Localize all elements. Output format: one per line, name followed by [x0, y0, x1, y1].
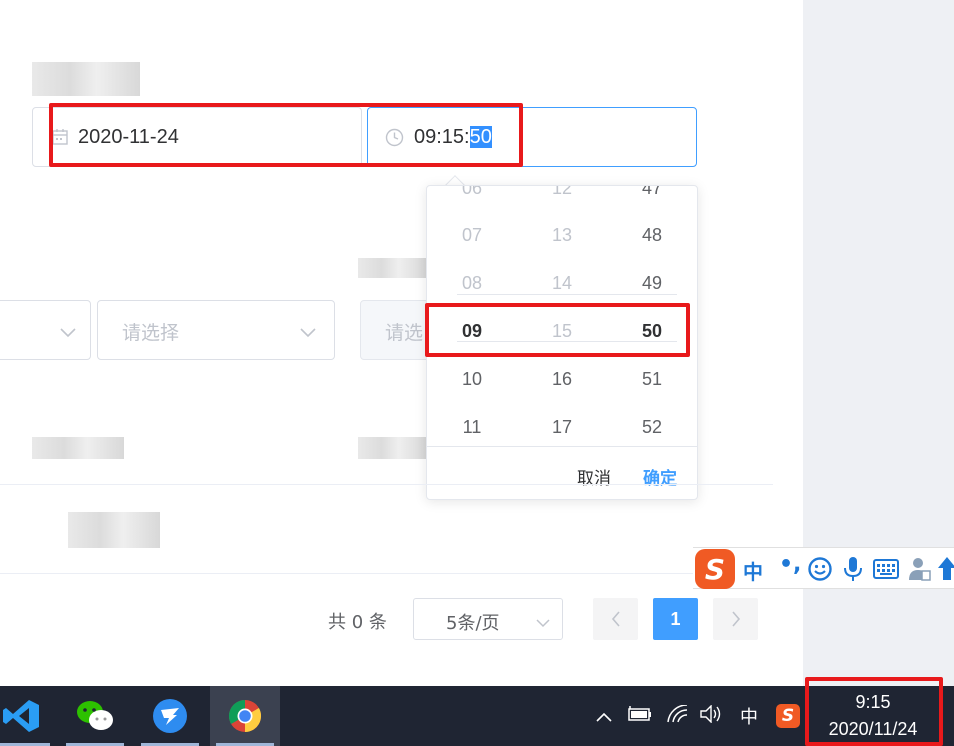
keyboard-icon[interactable]: [873, 559, 899, 583]
redacted-label: [32, 62, 140, 96]
select-placeholder: 请选: [385, 322, 424, 344]
chevron-down-icon: [300, 323, 316, 342]
redacted-label: [32, 437, 124, 459]
taskbar-app-chrome[interactable]: [210, 686, 280, 746]
select-placeholder: 请选择: [122, 322, 180, 344]
chevron-right-icon: [731, 611, 740, 627]
taskbar-app-wechat[interactable]: [60, 686, 130, 746]
select-1[interactable]: [0, 300, 91, 360]
page-size-value: 5条/页: [446, 613, 500, 634]
wifi-icon[interactable]: [666, 704, 688, 727]
sogou-logo-icon[interactable]: S: [695, 549, 735, 589]
taskbar-app-dingtalk[interactable]: [135, 686, 205, 746]
tray-input-language[interactable]: 中: [740, 703, 758, 729]
hour-option[interactable]: 07: [427, 225, 517, 246]
next-page-button[interactable]: [713, 598, 758, 640]
skin-icon[interactable]: [938, 556, 954, 586]
annotation-box-datetime: [49, 103, 523, 167]
redacted-label: [358, 437, 426, 459]
emoji-icon[interactable]: [807, 556, 833, 586]
second-option[interactable]: 47: [607, 186, 697, 199]
hour-option[interactable]: 10: [427, 369, 517, 390]
system-tray: 中 S: [596, 686, 800, 746]
divider: [0, 484, 773, 485]
chevron-down-icon: [60, 323, 76, 342]
second-option[interactable]: 49: [607, 273, 697, 294]
chevron-down-icon: [536, 613, 550, 632]
ime-mode-toggle[interactable]: 中: [743, 556, 763, 585]
page-number-button[interactable]: 1: [653, 598, 698, 640]
chevron-left-icon: [611, 611, 620, 627]
divider: [0, 573, 803, 574]
second-option[interactable]: 52: [607, 417, 697, 438]
select-2[interactable]: 请选择: [97, 300, 335, 360]
hour-option[interactable]: 08: [427, 273, 517, 294]
second-option[interactable]: 48: [607, 225, 697, 246]
vscode-icon: [3, 700, 39, 732]
confirm-button[interactable]: 确定: [643, 464, 677, 489]
second-option[interactable]: 51: [607, 369, 697, 390]
wechat-icon: [77, 701, 113, 730]
ime-toolbar: S 中 •,: [693, 547, 954, 589]
sogou-tray-icon[interactable]: S: [776, 704, 800, 728]
minute-option[interactable]: 14: [517, 273, 607, 294]
ime-punctuation-toggle[interactable]: •,: [779, 552, 801, 577]
taskbar-app-vscode[interactable]: [0, 686, 56, 746]
pagination-total: 共 0 条: [328, 612, 387, 633]
annotation-box-selected-time: [425, 303, 690, 357]
minute-option[interactable]: 17: [517, 417, 607, 438]
battery-icon[interactable]: [626, 706, 652, 726]
minute-option[interactable]: 12: [517, 186, 607, 199]
redacted-label: [358, 258, 426, 278]
chrome-icon: [228, 699, 262, 733]
prev-page-button[interactable]: [593, 598, 638, 640]
user-icon[interactable]: [908, 556, 932, 586]
tray-chevron-up-icon[interactable]: [596, 707, 612, 726]
cancel-button[interactable]: 取消: [577, 464, 611, 489]
hour-option[interactable]: 06: [427, 186, 517, 199]
hour-option[interactable]: 11: [427, 417, 517, 438]
microphone-icon[interactable]: [843, 556, 863, 586]
minute-option[interactable]: 13: [517, 225, 607, 246]
page-size-select[interactable]: 5条/页: [413, 598, 563, 640]
volume-icon[interactable]: [700, 704, 722, 727]
time-picker-footer: 取消 确定: [427, 446, 697, 499]
dingtalk-icon: [153, 699, 187, 733]
annotation-box-clock: [805, 677, 943, 746]
redacted-value: [68, 512, 160, 548]
minute-option[interactable]: 16: [517, 369, 607, 390]
